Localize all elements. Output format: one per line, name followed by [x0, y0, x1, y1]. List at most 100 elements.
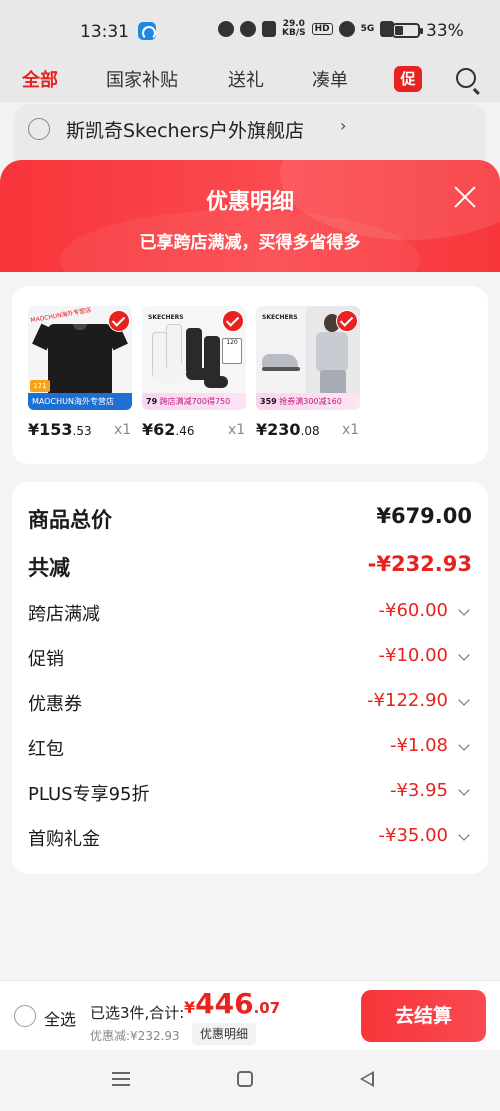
discount-label: 优惠券: [28, 694, 82, 715]
network-speed: 29.0 KB/S: [282, 20, 306, 38]
tshirt-icon: MAOCHUN海外专营店 171 MAOCHUN海外专营店: [28, 306, 132, 410]
app-notification-icon: [138, 22, 156, 40]
product-qty: x1: [342, 422, 360, 438]
alarm-icon: [240, 21, 256, 37]
discount-row-promotion[interactable]: 促销 -¥10.00: [28, 645, 472, 675]
network-type: 5G: [360, 23, 375, 34]
checkmark-icon[interactable]: [222, 310, 244, 332]
selected-count-label: 已选3件,合计:: [90, 1004, 185, 1022]
chevron-down-icon[interactable]: [458, 829, 470, 841]
discount-row-red-packet[interactable]: 红包 -¥1.08: [28, 735, 472, 765]
total-price-value: ¥679.00: [376, 504, 472, 528]
total-reduced-row: 共减 -¥232.93: [28, 552, 472, 582]
product-image-label: MAOCHUN海外专营店: [30, 306, 92, 325]
tab-gift[interactable]: 送礼: [228, 66, 264, 92]
price-decimal: .08: [300, 424, 320, 438]
product-price: ¥230.08: [256, 420, 320, 439]
discount-row-first-purchase[interactable]: 首购礼金 -¥35.00: [28, 825, 472, 855]
socks-icon: SKECHERS 120 79 跨店满减700得750: [142, 306, 246, 410]
price-integer: ¥62: [142, 420, 176, 439]
checkout-button[interactable]: 去结算: [361, 990, 486, 1042]
discount-summary: 优惠减:¥232.93: [90, 1029, 180, 1043]
total-currency: ¥: [184, 998, 196, 1017]
discount-value: -¥1.08: [389, 735, 448, 756]
brand-logo: SKECHERS: [262, 314, 298, 321]
cart-tabs: 全部 国家补贴 送礼 凑单 促: [0, 62, 500, 102]
discount-label: 跨店满减: [28, 604, 100, 625]
checkmark-icon[interactable]: [108, 310, 130, 332]
product-tag: 359 抢券满300减160: [256, 393, 360, 410]
tab-add-on[interactable]: 凑单: [312, 66, 348, 92]
discount-value: -¥3.95: [389, 780, 448, 801]
tab-promo[interactable]: 促: [394, 66, 422, 92]
tshirt-shape: [48, 324, 112, 394]
store-name[interactable]: 斯凯奇Skechers户外旗舰店: [66, 116, 304, 143]
network-speed-unit: KB/S: [282, 28, 306, 38]
chevron-down-icon[interactable]: [458, 784, 470, 796]
back-icon[interactable]: [360, 1071, 374, 1087]
price-integer: ¥153: [28, 420, 73, 439]
home-icon[interactable]: [237, 1071, 253, 1087]
store-checkbox[interactable]: [28, 118, 50, 140]
product-qty: x1: [114, 422, 132, 438]
close-icon[interactable]: [452, 184, 478, 210]
product-item[interactable]: SKECHERS 120 79 跨店满减700得750 ¥62.46 x1: [142, 306, 252, 439]
product-tag: MAOCHUN海外专营店: [28, 393, 132, 410]
price-summary-card: 商品总价 ¥679.00 共减 -¥232.93 跨店满减 -¥60.00 促销…: [12, 482, 488, 874]
discount-row-plus[interactable]: PLUS专享95折 -¥3.95: [28, 780, 472, 810]
status-time: 13:31: [80, 22, 129, 42]
select-all-checkbox[interactable]: [14, 1005, 36, 1027]
chevron-down-icon[interactable]: [458, 694, 470, 706]
sock-shape: [204, 336, 228, 388]
sock-shape: [166, 324, 191, 375]
discount-label: PLUS专享95折: [28, 784, 150, 805]
menu-icon[interactable]: [112, 1072, 130, 1086]
collar-shape: [73, 324, 87, 330]
total-integer: 446: [195, 987, 254, 1020]
shoe-shape: [262, 354, 300, 371]
price-integer: ¥230: [256, 420, 301, 439]
total-reduced-label: 共减: [28, 556, 70, 580]
tag-text: 抢券满300减160: [279, 397, 342, 406]
chevron-down-icon[interactable]: [458, 739, 470, 751]
checkmark-icon[interactable]: [336, 310, 358, 332]
product-item[interactable]: MAOCHUN海外专营店 171 MAOCHUN海外专营店 ¥153.53 x1: [28, 306, 138, 439]
discount-value: -¥60.00: [378, 600, 448, 621]
discount-label: 首购礼金: [28, 829, 100, 850]
search-icon[interactable]: [456, 68, 476, 88]
panel-header: 优惠明细 已享跨店满减，买得多省得多: [0, 160, 500, 310]
chevron-down-icon[interactable]: [458, 649, 470, 661]
tab-all[interactable]: 全部: [22, 66, 58, 92]
panel-title: 优惠明细: [205, 190, 294, 215]
sock-shape: [186, 328, 210, 380]
status-icons: 29.0 KB/S HD 5G: [218, 20, 395, 38]
chevron-right-icon: ›: [340, 116, 347, 135]
tab-national-subsidy[interactable]: 国家补贴: [106, 66, 178, 92]
discount-detail-panel: 优惠明细 已享跨店满减，买得多省得多 MAOCHUN海外专营店 171 MAOC…: [0, 160, 500, 1111]
discount-detail-button[interactable]: 优惠明细: [192, 1023, 257, 1045]
select-all-label[interactable]: 全选: [44, 1006, 76, 1030]
panel-subtitle: 已享跨店满减，买得多省得多: [139, 233, 361, 253]
status-bar: 13:31 29.0 KB/S HD 5G 33%: [0, 0, 500, 62]
product-item[interactable]: SKECHERS 359 抢券满300减160 ¥230.08 x1: [256, 306, 366, 439]
price-decimal: .46: [175, 424, 195, 438]
total-price-label: 商品总价: [28, 508, 112, 532]
wifi-icon: [338, 21, 355, 37]
sneaker-icon: SKECHERS 359 抢券满300减160: [256, 306, 360, 410]
chevron-down-icon[interactable]: [458, 604, 470, 616]
checkout-bar: 全选 已选3件,合计: ¥446.07 优惠减:¥232.93 优惠明细 去结算: [0, 980, 500, 1050]
sock-box: 120: [222, 338, 242, 364]
tag-price: 79: [146, 397, 158, 406]
battery-icon: [392, 23, 423, 38]
product-badge: 171: [30, 380, 50, 392]
discount-row-coupon[interactable]: 优惠券 -¥122.90: [28, 690, 472, 720]
product-qty: x1: [228, 422, 246, 438]
discount-label: 促销: [28, 649, 64, 670]
battery-percent: 33%: [426, 21, 464, 41]
discount-row-cross-store[interactable]: 跨店满减 -¥60.00: [28, 600, 472, 630]
figure-body: [316, 332, 348, 372]
brand-logo: SKECHERS: [148, 314, 184, 321]
price-decimal: .53: [72, 424, 92, 438]
drop-icon: [218, 21, 234, 37]
total-reduced-value: -¥232.93: [367, 552, 472, 576]
